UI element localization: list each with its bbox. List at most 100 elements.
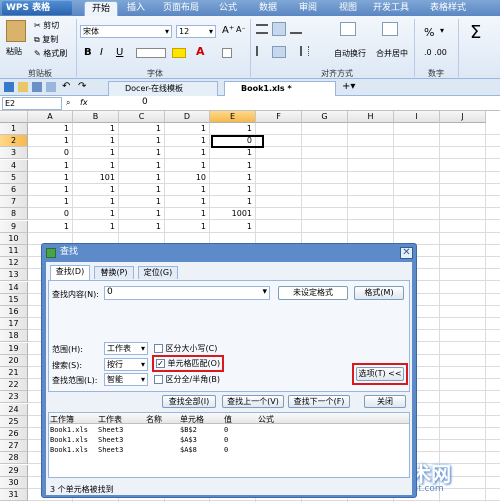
cut-button[interactable]: ✂ 剪切 [34, 20, 59, 31]
add-tab-icon[interactable]: +▾ [342, 81, 355, 92]
italic-button[interactable]: I [100, 47, 103, 58]
close-icon[interactable]: ✕ [400, 247, 413, 259]
tab-data[interactable]: 数据 [254, 1, 282, 16]
column-header[interactable]: I [394, 111, 440, 123]
row-header[interactable]: 24 [0, 403, 28, 416]
table-cell[interactable]: 0 [28, 147, 73, 159]
paste-button[interactable]: 粘贴 [6, 46, 22, 57]
active-cell[interactable] [211, 135, 264, 148]
table-cell[interactable]: 0 [28, 208, 73, 220]
row-header[interactable]: 30 [0, 476, 28, 489]
grow-font-icon[interactable]: A⁺ [222, 25, 234, 36]
results-column-header[interactable]: 公式 [258, 414, 274, 425]
table-cell[interactable]: 1001 [210, 208, 256, 220]
align-top-icon[interactable] [256, 24, 268, 34]
table-cell[interactable]: 1 [119, 221, 165, 233]
format-button[interactable]: 格式(M) [354, 286, 404, 300]
result-cell[interactable]: Book1.xls [50, 426, 88, 434]
match-entire-cell-checkbox[interactable]: ✓ [156, 359, 165, 368]
row-header[interactable]: 13 [0, 269, 28, 282]
result-cell[interactable]: 0 [224, 426, 228, 434]
tab-page-layout[interactable]: 页面布局 [156, 1, 206, 16]
find-previous-button[interactable]: 查找上一个(V) [222, 395, 284, 408]
table-cell[interactable]: 1 [119, 135, 165, 147]
number-format-dropdown-icon[interactable]: ▾ [440, 26, 444, 35]
bold-button[interactable]: B [84, 47, 92, 58]
tab-review[interactable]: 审阅 [294, 1, 322, 16]
results-column-header[interactable]: 值 [224, 414, 232, 425]
tab-table-style[interactable]: 表格样式 [424, 1, 472, 16]
result-cell[interactable]: Sheet3 [98, 426, 123, 434]
table-cell[interactable]: 1 [73, 135, 119, 147]
table-cell[interactable]: 1 [119, 123, 165, 135]
align-center-icon[interactable] [272, 46, 286, 58]
result-cell[interactable]: $B$2 [180, 426, 197, 434]
align-left-icon[interactable] [256, 46, 268, 56]
row-header[interactable]: 22 [0, 379, 28, 392]
match-case-checkbox[interactable] [154, 344, 163, 353]
table-cell[interactable]: 1 [28, 123, 73, 135]
table-cell[interactable]: 1 [73, 221, 119, 233]
find-all-button[interactable]: 查找全部(I) [162, 395, 216, 408]
font-color-button[interactable]: A [196, 45, 205, 58]
copy-button[interactable]: ⧉ 复制 [34, 34, 58, 45]
print-icon[interactable] [46, 82, 56, 92]
undo-icon[interactable]: ↶ [62, 81, 70, 92]
match-width-option[interactable]: 区分全/半角(B) [154, 374, 220, 385]
results-column-header[interactable]: 名称 [146, 414, 162, 425]
row-header[interactable]: 27 [0, 440, 28, 453]
row-header[interactable]: 8 [0, 208, 28, 221]
tab-replace[interactable]: 替换(P) [94, 266, 134, 279]
row-header[interactable]: 4 [0, 159, 28, 172]
column-header[interactable]: A [28, 111, 73, 123]
row-header[interactable]: 25 [0, 415, 28, 428]
options-button[interactable]: 选项(T) << [356, 367, 404, 381]
table-cell[interactable]: 1 [73, 160, 119, 172]
percent-button[interactable]: % [424, 26, 434, 39]
scope-select[interactable]: 工作表 ▾ [104, 342, 148, 355]
tab-goto[interactable]: 定位(G) [138, 266, 178, 279]
table-cell[interactable]: 1 [73, 147, 119, 159]
table-cell[interactable]: 1 [73, 123, 119, 135]
table-cell[interactable]: 1 [165, 135, 210, 147]
merge-center-button[interactable]: 合并居中 [376, 48, 408, 59]
row-header[interactable]: 21 [0, 367, 28, 379]
table-cell[interactable]: 1 [210, 196, 256, 208]
paste-icon[interactable] [6, 20, 26, 42]
clear-format-icon[interactable] [222, 48, 232, 58]
table-cell[interactable]: 1 [28, 184, 73, 196]
formula-input[interactable]: 0 [130, 97, 498, 110]
table-cell[interactable]: 1 [28, 160, 73, 172]
row-header[interactable]: 3 [0, 147, 28, 160]
column-header[interactable]: G [302, 111, 348, 123]
column-header[interactable]: H [348, 111, 394, 123]
table-cell[interactable]: 1 [165, 147, 210, 159]
format-painter-button[interactable]: ✎ 格式刷 [34, 48, 67, 59]
fx-icon[interactable]: fx [80, 98, 88, 107]
table-cell[interactable]: 1 [165, 196, 210, 208]
result-cell[interactable]: Book1.xls [50, 436, 88, 444]
table-cell[interactable]: 1 [210, 160, 256, 172]
result-cell[interactable]: Sheet3 [98, 446, 123, 454]
table-cell[interactable]: 1 [165, 208, 210, 220]
row-header[interactable]: 17 [0, 318, 28, 331]
new-icon[interactable] [4, 82, 14, 92]
table-cell[interactable]: 1 [119, 147, 165, 159]
row-header[interactable]: 6 [0, 184, 28, 196]
table-cell[interactable]: 1 [28, 172, 73, 184]
results-column-header[interactable]: 工作簿 [50, 414, 74, 425]
result-cell[interactable]: 0 [224, 436, 228, 444]
row-header[interactable]: 11 [0, 245, 28, 257]
font-size-combo[interactable]: 12 ▾ [176, 25, 216, 38]
row-header[interactable]: 23 [0, 391, 28, 404]
align-right-icon[interactable] [290, 46, 302, 56]
wrap-text-button[interactable]: 自动换行 [334, 48, 366, 59]
row-header[interactable]: 31 [0, 489, 28, 501]
table-cell[interactable]: 1 [28, 221, 73, 233]
match-case-option[interactable]: 区分大小写(C) [154, 343, 217, 354]
look-in-select[interactable]: 智能 ▾ [104, 373, 148, 386]
match-entire-cell-option[interactable]: ✓ 单元格匹配(O) [152, 355, 225, 372]
tab-insert[interactable]: 插入 [122, 1, 150, 16]
row-header[interactable]: 18 [0, 330, 28, 343]
table-cell[interactable]: 1 [210, 123, 256, 135]
